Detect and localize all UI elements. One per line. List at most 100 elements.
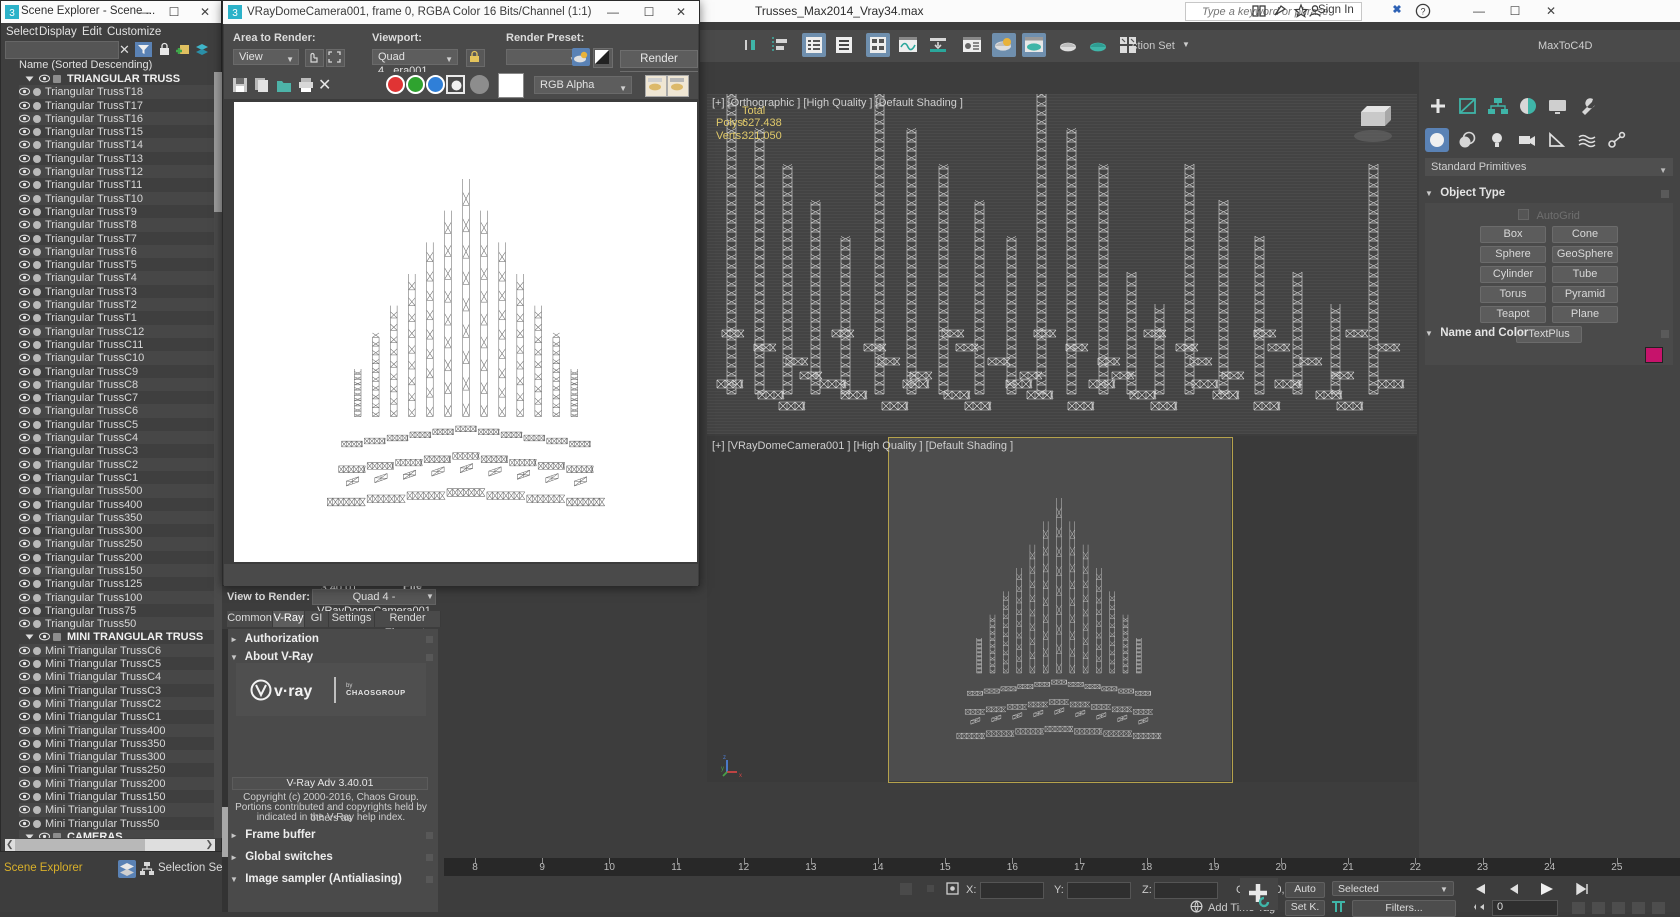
close-button[interactable]: ✕ [1534,0,1568,22]
scene-explorer-item-row[interactable]: Triangular TrussT18 [19,85,214,98]
scene-explorer-item-row[interactable]: Triangular TrussC12 [19,325,214,338]
visibility-eye-icon[interactable] [19,313,30,322]
scene-explorer-item-row[interactable]: Triangular TrussT1 [19,311,214,324]
tab-gi[interactable]: GI [305,611,329,627]
visibility-eye-icon[interactable] [19,234,30,243]
monochrome-channel-button[interactable] [470,75,489,94]
category-space-warps[interactable] [1575,128,1599,152]
scene-explorer-list[interactable]: TRIANGULAR TRUSSTriangular TrussT18Trian… [19,72,214,838]
scene-explorer-item-row[interactable]: Triangular TrussT11 [19,178,214,191]
absolute-mode-icon[interactable] [945,881,960,896]
visibility-eye-icon[interactable] [19,553,30,562]
scene-explorer-item-row[interactable]: Triangular Truss125 [19,577,214,590]
visibility-eye-icon[interactable] [19,566,30,575]
mirror-tool-button[interactable] [738,33,762,57]
autodesk-icon[interactable]: ✖ [1389,3,1405,19]
zoom-view-icon[interactable] [1632,902,1645,914]
visibility-eye-icon[interactable] [19,539,30,548]
print-image-icon[interactable] [298,77,314,96]
orbit-view-icon[interactable] [1652,902,1665,914]
scene-explorer-item-row[interactable]: Mini Triangular Truss200 [19,777,214,790]
create-torus-button[interactable]: Torus [1480,286,1546,303]
visibility-eye-icon[interactable] [19,672,30,681]
scene-explorer-item-row[interactable]: Triangular TrussT15 [19,125,214,138]
create-box-button[interactable]: Box [1480,226,1546,243]
rollout-pin-icon[interactable] [426,654,433,661]
add-icon[interactable] [176,42,190,60]
visibility-eye-icon[interactable] [19,393,30,402]
viewcube-icon[interactable] [1343,98,1403,152]
visibility-eye-icon[interactable] [19,367,30,376]
rollout-pin-icon[interactable] [1661,330,1669,338]
visibility-eye-icon[interactable] [19,792,30,801]
scene-explorer-maximize[interactable]: ☐ [159,1,189,23]
create-tube-button[interactable]: Tube [1552,266,1618,283]
visibility-eye-icon[interactable] [19,194,30,203]
goto-start-icon[interactable] [1470,882,1490,899]
expand-collapse-icon[interactable] [26,834,34,838]
scene-explorer-item-row[interactable]: Triangular TrussC8 [19,378,214,391]
visibility-eye-icon[interactable] [19,380,30,389]
workspaces-icon[interactable] [1251,3,1267,19]
scene-explorer-item-row[interactable]: Triangular TrussT10 [19,192,214,205]
create-cylinder-button[interactable]: Cylinder [1480,266,1546,283]
visibility-eye-icon[interactable] [19,606,30,615]
scene-explorer-item-row[interactable]: Mini Triangular Truss300 [19,750,214,763]
render-setup-button[interactable] [992,33,1016,57]
tab-create[interactable] [1425,94,1451,118]
visibility-eye-icon[interactable] [19,526,30,535]
selection-set-chevron-icon[interactable]: ▼ [1182,40,1190,49]
clear-image-icon[interactable]: ✕ [318,75,331,95]
menu-edit[interactable]: Edit [82,26,102,38]
scene-explorer-item-row[interactable]: Triangular TrussT3 [19,285,214,298]
viewport-vraydomecamera[interactable]: z y x [707,436,1417,782]
viewport-dropdown[interactable]: Quad 4...era001 ▼ [372,49,458,65]
scene-explorer-item-row[interactable]: Triangular TrussC9 [19,365,214,378]
layers-icon[interactable] [195,42,209,60]
rollout-pin-icon[interactable] [1661,190,1669,198]
create-geosphere-button[interactable]: GeoSphere [1552,246,1618,263]
set-key-button[interactable]: Set K. [1285,900,1325,916]
visibility-eye-icon[interactable] [19,260,30,269]
scene-explorer-horizontal-scrollbar[interactable]: ❮ ❯ [5,839,215,851]
render-setup-icon[interactable] [572,48,590,66]
rollout-frame-buffer[interactable]: ► Frame buffer [230,829,436,844]
visibility-eye-icon[interactable] [19,101,30,110]
visibility-eye-icon[interactable] [19,726,30,735]
scene-explorer-item-row[interactable]: Triangular Truss200 [19,551,214,564]
scene-explorer-item-row[interactable]: Mini Triangular TrussC4 [19,670,214,683]
copy-image-icon[interactable] [254,77,270,96]
tab-display[interactable] [1545,94,1571,118]
scrollbar-thumb-horizontal[interactable] [15,839,145,851]
share-view-icon[interactable] [1272,3,1288,19]
scene-explorer-item-row[interactable]: Triangular Truss100 [19,591,214,604]
scene-explorer-item-row[interactable]: Triangular TrussT17 [19,99,214,112]
help-icon[interactable]: ? [1415,3,1431,19]
vfb-rendered-image[interactable] [234,102,697,562]
visibility-eye-icon[interactable] [19,154,30,163]
visibility-eye-icon[interactable] [19,513,30,522]
scene-explorer-item-row[interactable]: Triangular TrussT12 [19,165,214,178]
primitive-category-dropdown[interactable]: Standard Primitives ▼ [1425,158,1673,176]
scene-explorer-item-row[interactable]: Triangular TrussT6 [19,245,214,258]
scroll-right-icon[interactable]: ❯ [205,839,213,850]
scene-explorer-item-row[interactable]: Triangular TrussC4 [19,431,214,444]
auto-key-button[interactable]: Auto [1285,882,1325,898]
render-in-cloud-button[interactable] [1116,33,1140,57]
expand-collapse-icon[interactable] [26,77,34,82]
visibility-eye-icon[interactable] [19,686,30,695]
visibility-eye-icon[interactable] [19,140,30,149]
tab-hierarchy[interactable] [1485,94,1511,118]
render-preset-dropdown[interactable]: ▼ [506,49,582,65]
category-cameras[interactable] [1515,128,1539,152]
scene-explorer-item-row[interactable]: Triangular TrussC11 [19,338,214,351]
scene-explorer-item-row[interactable]: Triangular TrussC6 [19,404,214,417]
scene-explorer-item-row[interactable]: Triangular TrussC2 [19,458,214,471]
scene-explorer-item-row[interactable]: Triangular TrussT2 [19,298,214,311]
visibility-eye-icon[interactable] [19,87,30,96]
save-current-channel-icon[interactable] [645,75,667,97]
scene-explorer-item-row[interactable]: Triangular Truss150 [19,564,214,577]
object-type-header[interactable]: ▼ Object Type [1425,187,1673,203]
previous-frame-icon[interactable] [1503,882,1523,899]
scene-explorer-item-row[interactable]: Triangular TrussT16 [19,112,214,125]
